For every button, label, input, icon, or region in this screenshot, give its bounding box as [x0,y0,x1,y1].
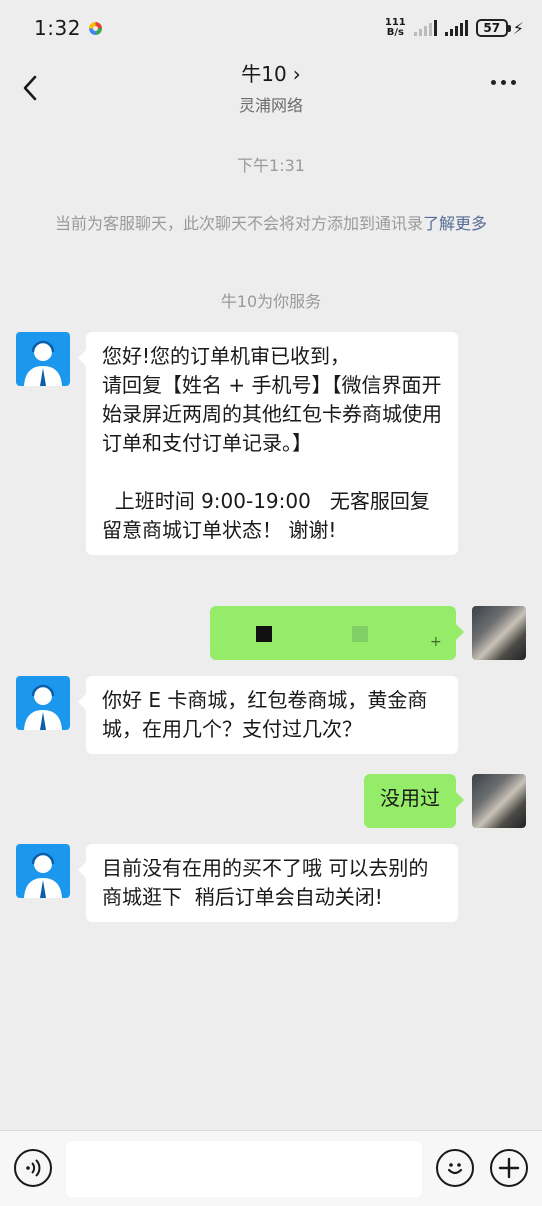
service-agent-notice: 牛10为你服务 [220,292,322,311]
my-avatar[interactable] [472,606,526,660]
battery-level: 57 [475,19,508,37]
chevron-right-icon: › [292,62,301,86]
plus-icon [498,1157,520,1179]
more-button[interactable] [491,80,516,85]
redaction-block [352,626,368,642]
chat-title-text: 牛10 [241,62,287,86]
emoji-button[interactable] [436,1149,474,1187]
message-bubble-agent[interactable]: 您好!您的订单机审已收到， 请回复【姓名 + 手机号】【微信界面开始录屏近两周的… [78,332,458,555]
voice-button[interactable] [14,1149,52,1187]
signal-icon [413,20,437,36]
customer-service-icon [24,340,62,386]
chat-subtitle: 灵浦网络 [238,96,303,115]
message-bubble-agent[interactable]: 你好 E 卡商城，红包卷商城，黄金商城，在用几个？支付过几次？ [78,676,458,754]
service-chat-notice: 当前为客服聊天，此次聊天不会将对方添加到通讯录了解更多 [40,212,502,236]
emoji-icon [447,1163,463,1175]
signal-icon [444,20,468,36]
message-input[interactable] [66,1141,422,1197]
battery-icon: 57 ⚡︎ [475,18,524,38]
message-bubble-mine[interactable]: 没用过 [364,774,464,828]
more-dots-icon [491,80,496,85]
input-bar [0,1130,542,1206]
agent-avatar[interactable] [16,332,70,386]
notice-text: 当前为客服聊天，此次聊天不会将对方添加到通讯录 [54,214,423,233]
agent-avatar[interactable] [16,844,70,898]
app-notification-icon [88,21,102,35]
charging-icon: ⚡︎ [512,18,524,38]
message-bubble-mine[interactable]: + [210,606,464,660]
chat-header: 牛10 › 灵浦网络 [0,56,542,120]
status-indicators: 111 B/s 57 ⚡︎ [385,18,524,38]
my-avatar[interactable] [472,774,526,828]
status-bar: 1:32 111 B/s 57 ⚡︎ [0,0,542,56]
chat-title[interactable]: 牛10 › [0,58,542,87]
customer-service-icon [24,852,62,898]
agent-avatar[interactable] [16,676,70,730]
redaction-mark: + [430,634,442,650]
more-functions-button[interactable] [490,1149,528,1187]
customer-service-icon [24,684,62,730]
network-speed-unit: B/s [386,27,404,38]
message-timestamp: 下午1:31 [237,156,305,175]
voice-icon [26,1159,41,1177]
redaction-block [256,626,272,642]
message-bubble-agent[interactable]: 目前没有在用的买不了哦 可以去别的商城逛下 稍后订单会自动关闭! [78,844,458,922]
network-speed: 111 B/s [385,18,406,38]
learn-more-link[interactable]: 了解更多 [423,214,487,233]
status-time: 1:32 [34,16,81,40]
